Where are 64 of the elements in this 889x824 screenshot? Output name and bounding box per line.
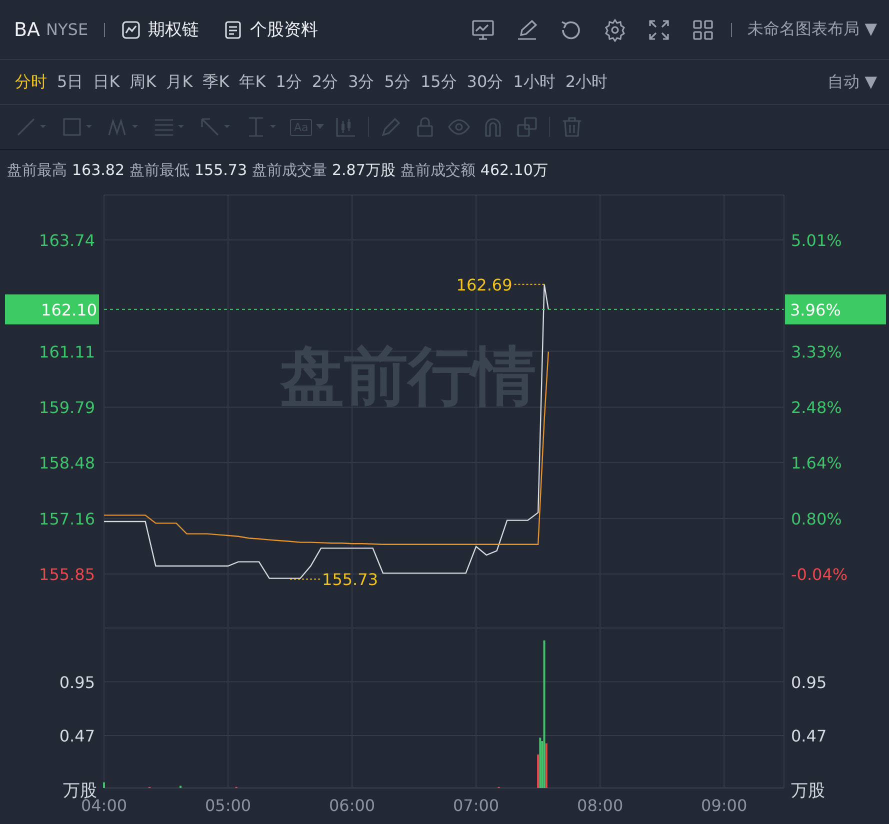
leader-line [290, 578, 321, 580]
percent-axis-label: -0.04% [791, 565, 848, 584]
period-tab[interactable]: 周K [124, 72, 162, 92]
fullscreen-icon[interactable] [646, 18, 671, 42]
percent-axis-label: 3.33% [791, 342, 842, 362]
layout-dropdown[interactable]: 未命名图表布局 ▼ [748, 19, 877, 40]
volume-axis-label: 0.47 [791, 726, 827, 746]
grid-layout-icon[interactable] [690, 18, 715, 42]
stat-value: 155.73 [194, 161, 247, 179]
period-tab[interactable]: 日K [88, 72, 125, 92]
stat-label: 盘前最高 [7, 160, 67, 180]
percent-axis-label: 1.64% [791, 454, 842, 473]
exchange-label: NYSE [46, 20, 88, 39]
stock-symbol: BA [14, 18, 40, 40]
period-tab[interactable]: 15分 [415, 72, 462, 92]
period-tab[interactable]: 1分 [270, 72, 307, 92]
percent-axis-label: 0.80% [791, 510, 842, 529]
period-tab[interactable]: 月K [161, 72, 198, 92]
percent-axis-label: 2.48% [791, 398, 842, 418]
stat-label: 盘前成交量 [252, 160, 327, 180]
stat-value: 462.10万 [480, 160, 548, 180]
volume-axis-label: 0.95 [791, 672, 827, 692]
time-axis-label: 06:00 [328, 796, 376, 815]
price-axis-label: 159.79 [39, 398, 95, 418]
stat-value: 163.82 [72, 161, 124, 179]
price-annotation: 155.73 [322, 570, 378, 590]
time-axis-label: 08:00 [577, 796, 624, 815]
price-axis-label: 163.74 [39, 230, 95, 250]
stat-label: 盘前成交额 [400, 160, 476, 180]
current-percent-badge: 3.96% [785, 294, 886, 324]
volume-axis-label: 0.47 [59, 726, 95, 746]
leader-line [514, 284, 545, 285]
price-annotation: 162.69 [456, 275, 512, 294]
stat-label: 盘前最低 [130, 160, 190, 180]
settings-icon[interactable] [602, 18, 627, 42]
time-axis-label: 07:00 [453, 796, 500, 815]
header-link[interactable]: 期权链 [148, 18, 200, 41]
period-tab[interactable]: 年K [234, 72, 271, 92]
period-tab[interactable]: 季K [198, 72, 234, 92]
price-axis-label: 161.11 [39, 342, 95, 362]
current-price-badge: 162.10 [5, 294, 99, 324]
document-icon[interactable] [223, 20, 244, 40]
time-axis-label: 09:00 [701, 796, 748, 815]
volume-bar [180, 786, 182, 788]
header-link[interactable]: 个股资料 [250, 18, 318, 41]
period-tab[interactable]: 1小时 [508, 72, 560, 92]
volume-unit-label: 万股 [791, 781, 825, 801]
price-axis-label: 157.16 [39, 510, 95, 529]
monitor-chart-icon[interactable] [470, 18, 495, 42]
time-axis-label: 05:00 [204, 796, 252, 815]
period-tab[interactable]: 30分 [462, 72, 508, 92]
price-axis-label: 155.85 [39, 565, 95, 584]
stat-value: 2.87万股 [332, 160, 396, 180]
period-tab[interactable]: 2小时 [560, 72, 613, 92]
volume-axis-label: 0.95 [59, 672, 95, 692]
period-tab[interactable]: 2分 [306, 72, 344, 92]
chart-icon[interactable] [121, 20, 142, 40]
scale-dropdown[interactable]: 自动 ▼ [828, 72, 877, 92]
period-tab[interactable]: 分时 [10, 72, 52, 92]
period-tab[interactable]: 3分 [343, 72, 380, 92]
percent-axis-label: 5.01% [791, 230, 842, 250]
period-tab[interactable]: 5日 [52, 72, 88, 92]
price-axis-label: 158.48 [39, 454, 95, 473]
period-tab[interactable]: 5分 [379, 72, 416, 92]
